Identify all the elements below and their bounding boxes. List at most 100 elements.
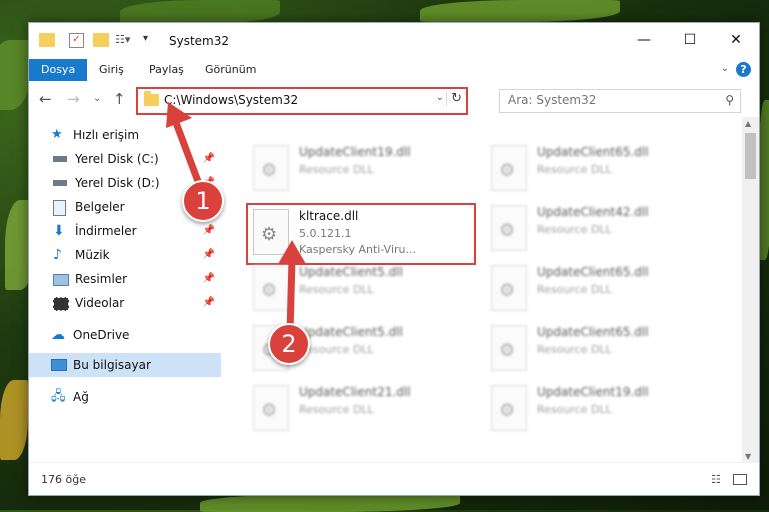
file-name: UpdateClient5.dll xyxy=(299,265,403,279)
maximize-button[interactable]: ☐ xyxy=(667,23,713,59)
sidebar-item-label: İndirmeler xyxy=(75,224,137,238)
video-icon xyxy=(53,297,69,311)
sidebar-item-videos[interactable]: Videolar 📌 xyxy=(29,291,221,315)
properties-icon[interactable]: ✓ xyxy=(69,33,84,48)
file-company: Kaspersky Anti-Viru... xyxy=(299,243,416,256)
close-button[interactable]: ✕ xyxy=(713,23,759,59)
pin-icon[interactable]: 📌 xyxy=(203,291,215,315)
sidebar-item-label: Hızlı erişim xyxy=(73,128,140,142)
list-item[interactable]: UpdateClient21.dll Resource DLL xyxy=(249,381,469,437)
title-bar: ✓ ☷▾ ▾ System32 — ☐ ✕ xyxy=(29,23,759,59)
customize-toolbar-icon[interactable]: ▾ xyxy=(143,33,159,47)
drive-icon xyxy=(53,180,67,186)
background-leaf xyxy=(120,0,280,24)
background-leaf xyxy=(0,40,30,110)
tab-share[interactable]: Paylaş xyxy=(137,59,196,81)
search-icon[interactable]: ⚲ xyxy=(725,93,734,107)
sidebar-item-label: Resimler xyxy=(75,272,128,286)
download-icon: ⬇ xyxy=(53,223,65,239)
view-options-icon[interactable]: ☷▾ xyxy=(115,33,139,47)
file-name: UpdateClient65.dll xyxy=(537,325,649,339)
new-folder-icon[interactable] xyxy=(93,33,109,47)
sidebar-item-label: Müzik xyxy=(75,248,110,262)
sidebar-item-label: Bu bilgisayar xyxy=(73,358,151,372)
status-bar: 176 öğe ☷ xyxy=(29,462,759,495)
file-name: UpdateClient21.dll xyxy=(299,385,411,399)
sidebar-item-pictures[interactable]: Resimler 📌 xyxy=(29,267,221,291)
file-description: Resource DLL xyxy=(537,223,612,236)
sidebar-item-label: OneDrive xyxy=(73,328,130,342)
pictures-icon xyxy=(53,274,69,286)
sidebar-item-label: Videolar xyxy=(75,296,125,310)
folder-icon[interactable] xyxy=(39,33,55,47)
sidebar-item-music[interactable]: ♪ Müzik 📌 xyxy=(29,243,221,267)
sidebar-item-label: Yerel Disk (D:) xyxy=(75,176,160,190)
folder-icon xyxy=(144,91,159,106)
background-leaf xyxy=(0,380,28,460)
sidebar-item-label: Yerel Disk (C:) xyxy=(75,152,159,166)
tab-view[interactable]: Görünüm xyxy=(193,59,268,81)
file-description: Resource DLL xyxy=(537,343,612,356)
vertical-scrollbar[interactable]: ▲ ▼ xyxy=(742,117,759,463)
sidebar-item-onedrive[interactable]: ☁ OneDrive xyxy=(29,323,221,347)
pin-icon[interactable]: 📌 xyxy=(203,243,215,267)
list-item[interactable]: UpdateClient65.dll Resource DLL xyxy=(487,141,707,197)
scroll-down-arrow-icon[interactable]: ▼ xyxy=(745,452,751,461)
details-view-icon[interactable]: ☷ xyxy=(711,473,725,486)
forward-arrow-icon[interactable]: → xyxy=(67,90,80,108)
list-item[interactable]: UpdateClient42.dll Resource DLL xyxy=(487,201,707,257)
search-box[interactable]: ⚲ xyxy=(499,89,741,113)
music-icon: ♪ xyxy=(53,247,62,263)
annotation-callout-2: 2 xyxy=(268,323,310,365)
item-count: 176 öğe xyxy=(41,473,86,486)
recent-locations-icon[interactable]: ⌄ xyxy=(93,93,101,104)
file-name: kltrace.dll xyxy=(299,209,359,223)
minimize-button[interactable]: — xyxy=(621,23,667,59)
drive-icon xyxy=(53,156,67,162)
scrollbar-thumb[interactable] xyxy=(745,133,756,179)
dll-file-icon xyxy=(491,385,527,431)
sidebar-item-this-pc[interactable]: Bu bilgisayar xyxy=(29,353,221,377)
up-arrow-icon[interactable]: ↑ xyxy=(113,90,126,108)
file-description: Resource DLL xyxy=(537,283,612,296)
list-item[interactable]: UpdateClient19.dll Resource DLL xyxy=(487,381,707,437)
search-input[interactable] xyxy=(500,90,716,110)
file-name: UpdateClient5.dll xyxy=(299,325,403,339)
dll-file-icon xyxy=(253,145,289,191)
large-icons-view-icon[interactable] xyxy=(733,474,747,485)
dll-file-icon xyxy=(491,205,527,251)
list-item[interactable]: UpdateClient19.dll Resource DLL xyxy=(249,141,469,197)
list-item[interactable]: UpdateClient65.dll Resource DLL xyxy=(487,321,707,377)
dll-file-icon xyxy=(491,265,527,311)
tab-file[interactable]: Dosya xyxy=(29,59,88,81)
dll-file-icon xyxy=(491,325,527,371)
chevron-down-icon[interactable]: ⌄ xyxy=(721,63,729,74)
sidebar-item-downloads[interactable]: ⬇ İndirmeler 📌 xyxy=(29,219,221,243)
refresh-icon[interactable]: ↻ xyxy=(446,91,462,106)
pin-icon[interactable]: 📌 xyxy=(203,267,215,291)
tab-home[interactable]: Giriş xyxy=(87,59,136,81)
file-description: Resource DLL xyxy=(537,403,612,416)
list-item[interactable]: UpdateClient65.dll Resource DLL xyxy=(487,261,707,317)
dll-file-icon xyxy=(491,145,527,191)
file-name: UpdateClient19.dll xyxy=(537,385,649,399)
file-name: UpdateClient65.dll xyxy=(537,145,649,159)
annotation-callout-1: 1 xyxy=(182,180,224,222)
document-icon xyxy=(53,200,66,216)
pin-icon[interactable]: 📌 xyxy=(203,219,215,243)
background-leaf xyxy=(200,494,460,512)
sidebar-item-label: Belgeler xyxy=(75,200,125,214)
star-icon: ★ xyxy=(51,127,63,142)
scroll-up-arrow-icon[interactable]: ▲ xyxy=(745,119,751,128)
back-arrow-icon[interactable]: ← xyxy=(39,90,52,108)
file-description: Resource DLL xyxy=(299,343,374,356)
sidebar-item-network[interactable]: 🖧 Ağ xyxy=(29,385,221,409)
file-name: UpdateClient19.dll xyxy=(299,145,411,159)
chevron-down-icon[interactable]: ⌄ xyxy=(436,92,444,103)
sidebar-item-label: Ağ xyxy=(73,390,89,404)
dll-file-icon xyxy=(253,385,289,431)
network-icon: 🖧 xyxy=(51,389,66,404)
background-leaf xyxy=(420,0,620,22)
address-row: ← → ⌄ ↑ C:\Windows\System32 ⌄ ↻ ⚲ xyxy=(29,81,759,117)
help-icon[interactable]: ? xyxy=(736,62,751,77)
